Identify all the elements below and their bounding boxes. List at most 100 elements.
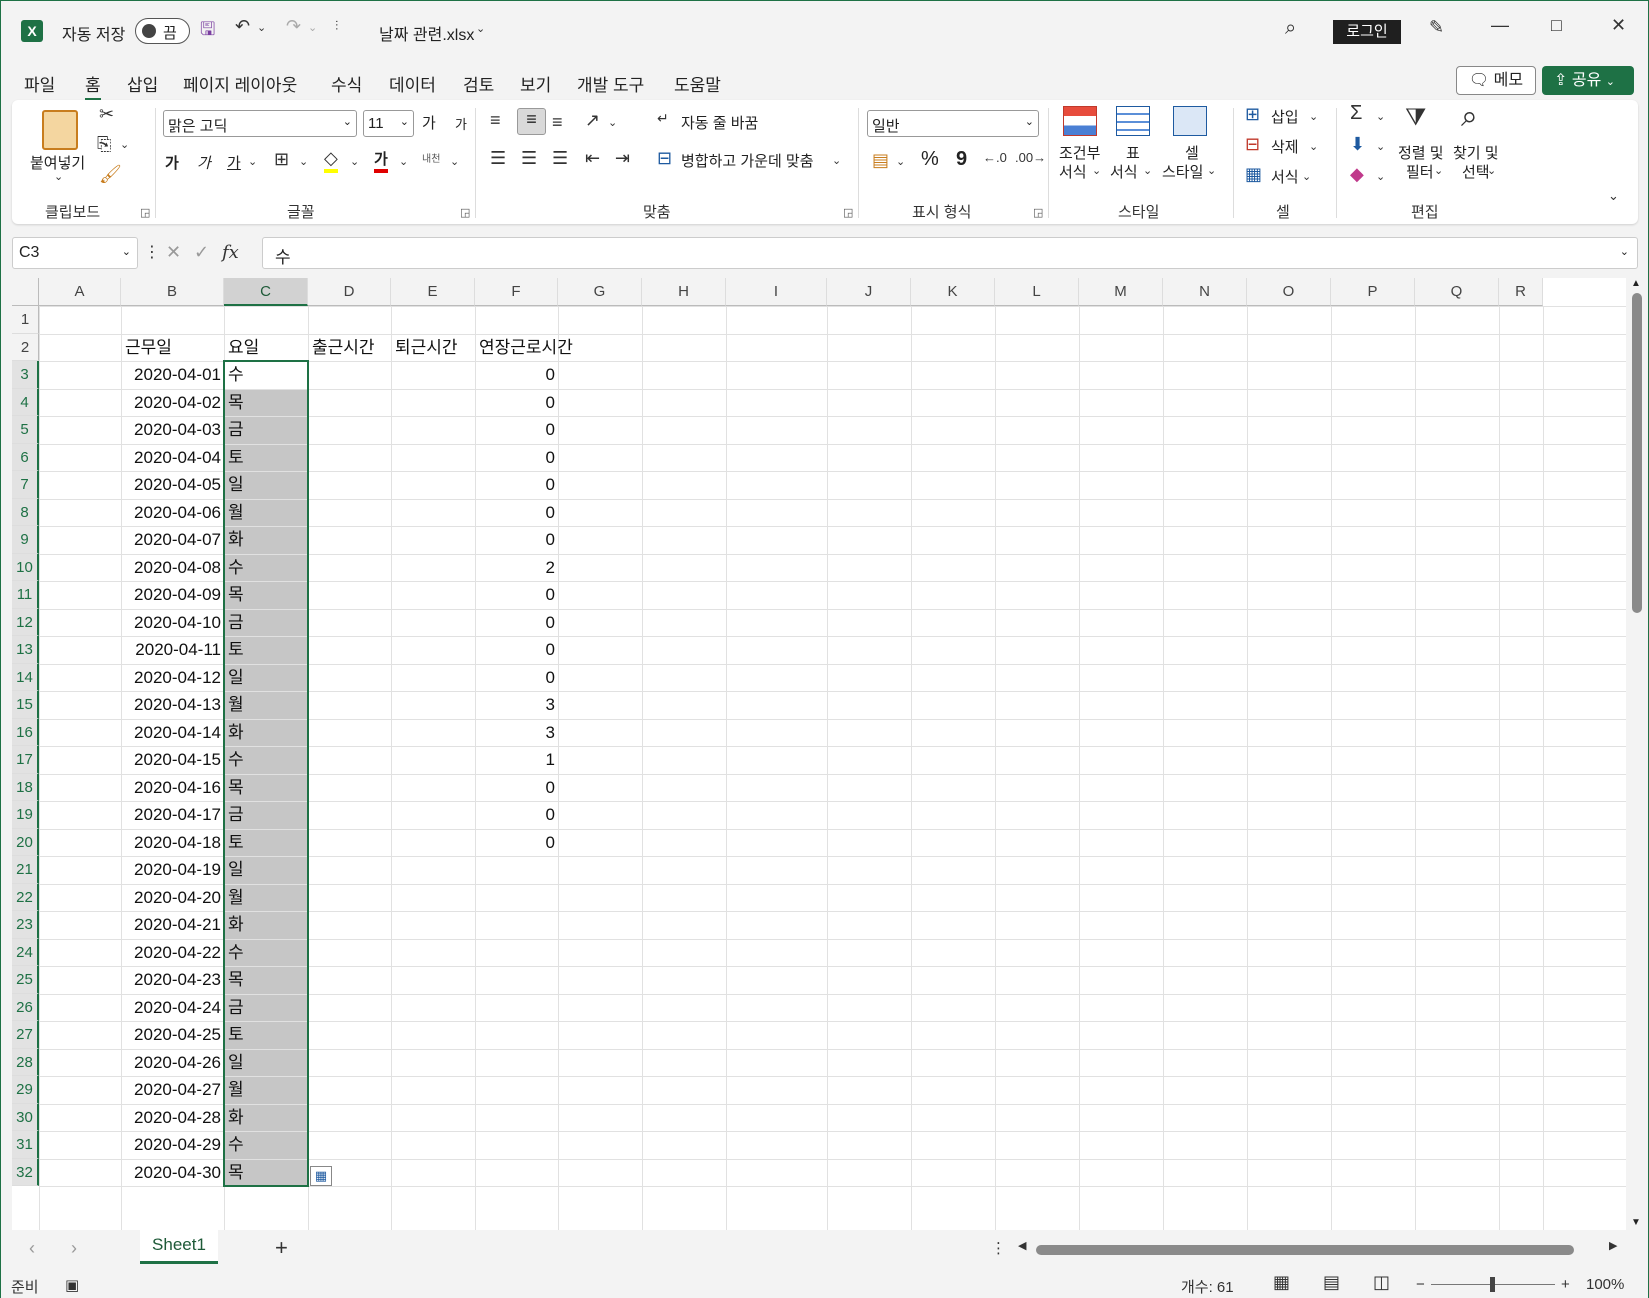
column-header-n[interactable]: N: [1163, 278, 1247, 306]
number-format-combo[interactable]: 일반 ⌄: [867, 110, 1039, 137]
undo-dropdown-icon[interactable]: ⌄: [257, 21, 266, 34]
date-cell[interactable]: 2020-04-25: [121, 1021, 221, 1048]
border-icon[interactable]: ⊞: [274, 149, 289, 170]
designer-pen-icon[interactable]: ✎: [1429, 17, 1444, 38]
overtime-cell[interactable]: 0: [475, 581, 555, 608]
date-cell[interactable]: 2020-04-13: [121, 691, 221, 718]
sort-filter-icon[interactable]: ⧩: [1405, 104, 1426, 132]
delete-dropdown-icon[interactable]: ⌄: [1309, 140, 1318, 153]
font-launcher-icon[interactable]: ◲: [460, 206, 470, 219]
row-header[interactable]: 4: [12, 388, 39, 416]
format-cells-button[interactable]: 서식: [1271, 166, 1299, 187]
accounting-dropdown-icon[interactable]: ⌄: [896, 155, 905, 168]
date-cell[interactable]: 2020-04-06: [121, 499, 221, 526]
tab-insert[interactable]: 삽입: [127, 71, 158, 96]
column-header-b[interactable]: B: [121, 278, 224, 306]
align-left-icon[interactable]: ☰: [490, 148, 506, 169]
underline-button[interactable]: 가: [227, 152, 241, 173]
number-launcher-icon[interactable]: ◲: [1033, 206, 1043, 219]
copy-dropdown-icon[interactable]: ⌄: [120, 138, 129, 151]
alignment-launcher-icon[interactable]: ◲: [843, 206, 853, 219]
conditional-format-icon[interactable]: [1063, 106, 1097, 136]
date-cell[interactable]: 2020-04-01: [121, 361, 221, 388]
date-cell[interactable]: 2020-04-19: [121, 856, 221, 883]
normal-view-icon[interactable]: ▦: [1273, 1272, 1290, 1293]
row-header[interactable]: 8: [12, 498, 39, 526]
format-painter-icon[interactable]: 🖌: [99, 164, 122, 185]
row-header[interactable]: 22: [12, 883, 39, 911]
undo-icon[interactable]: ↶: [235, 16, 250, 37]
column-header-q[interactable]: Q: [1415, 278, 1499, 306]
date-cell[interactable]: 2020-04-02: [121, 389, 221, 416]
column-header-r[interactable]: R: [1499, 278, 1543, 306]
column-header-o[interactable]: O: [1247, 278, 1331, 306]
find-select-line1[interactable]: 찾기 및: [1453, 142, 1499, 163]
row-header[interactable]: 9: [12, 526, 39, 554]
increase-decimal-icon[interactable]: ←.0: [983, 150, 1007, 165]
column-header-h[interactable]: H: [642, 278, 726, 306]
grow-font-button[interactable]: 가: [422, 112, 436, 133]
overtime-cell[interactable]: 2: [475, 554, 555, 581]
row-header[interactable]: 12: [12, 608, 39, 636]
date-cell[interactable]: 2020-04-30: [121, 1159, 221, 1186]
find-select-icon[interactable]: ⌕: [1461, 100, 1478, 134]
row-header[interactable]: 7: [12, 471, 39, 499]
row-header[interactable]: 13: [12, 636, 39, 664]
select-all-corner[interactable]: [12, 278, 39, 306]
column-header-a[interactable]: A: [39, 278, 121, 306]
formula-more-icon[interactable]: ⋮: [144, 242, 160, 262]
orientation-dropdown-icon[interactable]: ⌄: [608, 116, 617, 129]
accessibility-icon[interactable]: ▣: [65, 1276, 79, 1294]
column-header-c[interactable]: C: [224, 278, 308, 306]
overtime-cell[interactable]: 3: [475, 719, 555, 746]
row-header[interactable]: 21: [12, 856, 39, 884]
maximize-icon[interactable]: □: [1551, 15, 1562, 36]
close-icon[interactable]: ✕: [1611, 15, 1626, 36]
zoom-slider-thumb[interactable]: [1490, 1277, 1495, 1292]
align-right-icon[interactable]: ☰: [552, 148, 568, 169]
comma-button[interactable]: 9: [956, 148, 967, 171]
date-cell[interactable]: 2020-04-12: [121, 664, 221, 691]
conditional-dropdown-icon[interactable]: ⌄: [1092, 164, 1101, 177]
bold-button[interactable]: 가: [165, 152, 179, 173]
overtime-cell[interactable]: 0: [475, 416, 555, 443]
row-header[interactable]: 19: [12, 801, 39, 829]
align-top-icon[interactable]: ≡: [490, 110, 501, 131]
date-cell[interactable]: 2020-04-14: [121, 719, 221, 746]
row-header[interactable]: 11: [12, 581, 39, 609]
column-header-j[interactable]: J: [827, 278, 911, 306]
date-cell[interactable]: 2020-04-07: [121, 526, 221, 553]
row-header[interactable]: 10: [12, 553, 39, 581]
orientation-icon[interactable]: ↗: [585, 110, 600, 131]
overtime-cell[interactable]: 0: [475, 471, 555, 498]
row-header[interactable]: 17: [12, 746, 39, 774]
overtime-cell[interactable]: 0: [475, 361, 555, 388]
row-header[interactable]: 14: [12, 663, 39, 691]
add-sheet-button[interactable]: +: [275, 1235, 288, 1261]
delete-cells-button[interactable]: 삭제: [1271, 136, 1299, 157]
insert-cells-icon[interactable]: ⊞: [1245, 104, 1260, 125]
date-cell[interactable]: 2020-04-09: [121, 581, 221, 608]
clipboard-launcher-icon[interactable]: ◲: [140, 206, 150, 219]
date-cell[interactable]: 2020-04-03: [121, 416, 221, 443]
row-header[interactable]: 31: [12, 1131, 39, 1159]
format-dropdown-icon[interactable]: ⌄: [1302, 170, 1311, 183]
file-name[interactable]: 날짜 관련.xlsx: [379, 21, 474, 45]
date-cell[interactable]: 2020-04-04: [121, 444, 221, 471]
cell-styles-line1[interactable]: 셀: [1185, 142, 1199, 163]
merge-center-button[interactable]: 병합하고 가운데 맞춤: [681, 150, 814, 171]
format-as-table-line2[interactable]: 서식: [1110, 161, 1138, 182]
percent-button[interactable]: %: [921, 148, 939, 171]
page-layout-view-icon[interactable]: ▤: [1323, 1272, 1340, 1293]
date-cell[interactable]: 2020-04-20: [121, 884, 221, 911]
overtime-cell[interactable]: 1: [475, 746, 555, 773]
sort-filter-line2[interactable]: 필터: [1406, 161, 1434, 182]
cell-styles-line2[interactable]: 스타일: [1162, 161, 1203, 182]
font-name-combo[interactable]: 맑은 고딕 ⌄: [163, 110, 357, 137]
decrease-indent-icon[interactable]: ⇤: [585, 148, 600, 169]
paste-icon[interactable]: [42, 110, 78, 150]
overtime-cell[interactable]: 0: [475, 636, 555, 663]
delete-cells-icon[interactable]: ⊟: [1245, 134, 1260, 155]
column-header-m[interactable]: M: [1079, 278, 1163, 306]
worksheet-grid[interactable]: A B C D E F G H I J K L M N O P Q R 1 2 3 2020-04-01 수 0 4 2020-0…: [12, 278, 1626, 1230]
